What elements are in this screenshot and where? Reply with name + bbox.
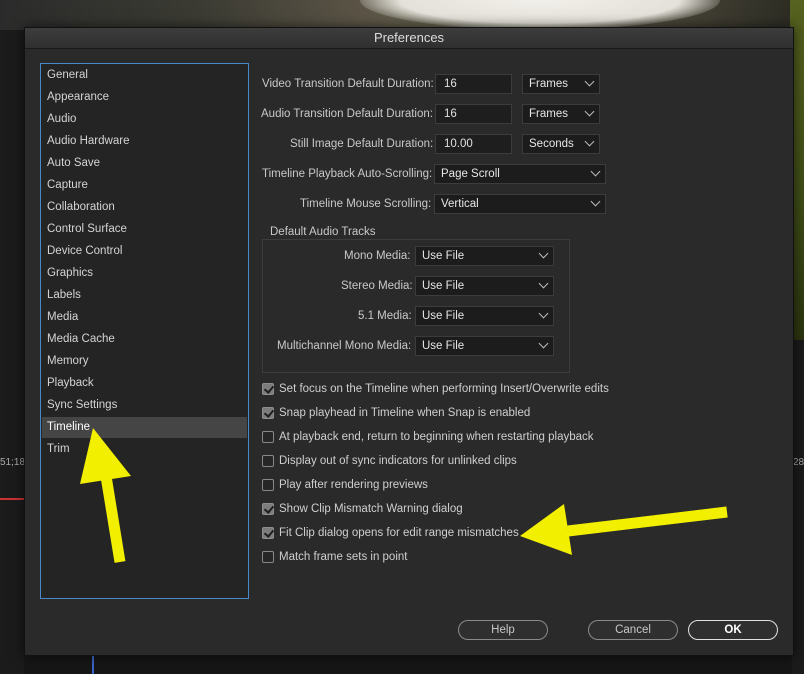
mouse-scroll-label: Timeline Mouse Scrolling:	[300, 198, 432, 210]
checkbox-box[interactable]	[262, 431, 274, 443]
chevron-down-icon	[584, 106, 595, 117]
sidebar-item-control-surface[interactable]: Control Surface	[42, 219, 247, 240]
autoscroll-value: Page Scroll	[441, 168, 500, 180]
audio-transition-label: Audio Transition Default Duration:	[261, 108, 433, 120]
background-render-bar	[0, 498, 24, 500]
sidebar-item-audio[interactable]: Audio	[42, 109, 247, 130]
sidebar-item-media-cache[interactable]: Media Cache	[42, 329, 247, 350]
checkbox-box[interactable]	[262, 383, 274, 395]
sidebar-item-playback[interactable]: Playback	[42, 373, 247, 394]
chevron-down-icon	[538, 308, 549, 319]
sidebar-item-auto-save[interactable]: Auto Save	[42, 153, 247, 174]
chevron-down-icon	[590, 196, 601, 207]
help-button[interactable]: Help	[458, 620, 548, 640]
preferences-category-list[interactable]: General Appearance Audio Audio Hardware …	[40, 63, 249, 599]
chevron-down-icon	[538, 278, 549, 289]
still-image-unit-value: Seconds	[529, 138, 574, 150]
checkbox-box[interactable]	[262, 551, 274, 563]
default-audio-tracks-title: Default Audio Tracks	[266, 226, 380, 238]
still-image-duration-field[interactable]: 10.00	[435, 134, 512, 154]
still-image-unit-dropdown[interactable]: Seconds	[522, 134, 600, 154]
five-one-media-dropdown[interactable]: Use File	[415, 306, 554, 326]
sidebar-item-timeline[interactable]: Timeline	[42, 417, 247, 438]
video-transition-unit-value: Frames	[529, 78, 568, 90]
chevron-down-icon	[584, 136, 595, 147]
still-image-label: Still Image Default Duration:	[290, 138, 434, 150]
audio-transition-unit-dropdown[interactable]: Frames	[522, 104, 600, 124]
stereo-media-value: Use File	[422, 280, 465, 292]
sidebar-item-appearance[interactable]: Appearance	[42, 87, 247, 108]
mono-media-value: Use File	[422, 250, 465, 262]
chevron-down-icon	[538, 248, 549, 259]
checkbox-label: Set focus on the Timeline when performin…	[279, 383, 609, 395]
background-timecode-right: 28	[793, 457, 804, 468]
stereo-media-dropdown[interactable]: Use File	[415, 276, 554, 296]
multichannel-media-dropdown[interactable]: Use File	[415, 336, 554, 356]
background-panel-left	[0, 30, 24, 674]
checkbox-label: At playback end, return to beginning whe…	[279, 431, 594, 443]
stereo-media-label: Stereo Media:	[341, 280, 413, 292]
background-timecode-left: 51;18	[0, 457, 26, 468]
video-transition-unit-dropdown[interactable]: Frames	[522, 74, 600, 94]
preferences-dialog: Preferences General Appearance Audio Aud…	[24, 27, 794, 656]
sidebar-item-audio-hardware[interactable]: Audio Hardware	[42, 131, 247, 152]
sidebar-item-media[interactable]: Media	[42, 307, 247, 328]
sidebar-item-graphics[interactable]: Graphics	[42, 263, 247, 284]
checkbox-box[interactable]	[262, 407, 274, 419]
sidebar-item-sync-settings[interactable]: Sync Settings	[42, 395, 247, 416]
multichannel-media-label: Multichannel Mono Media:	[277, 340, 412, 352]
mono-media-label: Mono Media:	[344, 250, 411, 262]
checkbox-box[interactable]	[262, 455, 274, 467]
five-one-media-value: Use File	[422, 310, 465, 322]
checkbox-label: Play after rendering previews	[279, 479, 428, 491]
chevron-down-icon	[538, 338, 549, 349]
checkbox-label: Match frame sets in point	[279, 551, 408, 563]
autoscroll-dropdown[interactable]: Page Scroll	[434, 164, 606, 184]
checkbox-box[interactable]	[262, 527, 274, 539]
sidebar-item-device-control[interactable]: Device Control	[42, 241, 247, 262]
cancel-button[interactable]: Cancel	[588, 620, 678, 640]
audio-transition-unit-value: Frames	[529, 108, 568, 120]
background-playhead	[92, 654, 94, 674]
sidebar-item-general[interactable]: General	[42, 65, 247, 86]
mouse-scroll-value: Vertical	[441, 198, 479, 210]
checkbox-label: Show Clip Mismatch Warning dialog	[279, 503, 463, 515]
chevron-down-icon	[584, 76, 595, 87]
checkbox-label: Display out of sync indicators for unlin…	[279, 455, 517, 467]
audio-transition-duration-field[interactable]: 16	[435, 104, 512, 124]
mono-media-dropdown[interactable]: Use File	[415, 246, 554, 266]
checkbox-box[interactable]	[262, 503, 274, 515]
sidebar-item-memory[interactable]: Memory	[42, 351, 247, 372]
multichannel-media-value: Use File	[422, 340, 465, 352]
video-transition-label: Video Transition Default Duration:	[262, 78, 434, 90]
sidebar-item-collaboration[interactable]: Collaboration	[42, 197, 247, 218]
mouse-scroll-dropdown[interactable]: Vertical	[434, 194, 606, 214]
sidebar-item-capture[interactable]: Capture	[42, 175, 247, 196]
chevron-down-icon	[590, 166, 601, 177]
five-one-media-label: 5.1 Media:	[358, 310, 412, 322]
ok-button[interactable]: OK	[688, 620, 778, 640]
video-transition-duration-field[interactable]: 16	[435, 74, 512, 94]
checkbox-label: Fit Clip dialog opens for edit range mis…	[279, 527, 519, 539]
sidebar-item-trim[interactable]: Trim	[42, 439, 247, 460]
sidebar-item-labels[interactable]: Labels	[42, 285, 247, 306]
checkbox-label: Snap playhead in Timeline when Snap is e…	[279, 407, 531, 419]
dialog-title: Preferences	[25, 28, 793, 49]
checkbox-box[interactable]	[262, 479, 274, 491]
autoscroll-label: Timeline Playback Auto-Scrolling:	[262, 168, 433, 180]
